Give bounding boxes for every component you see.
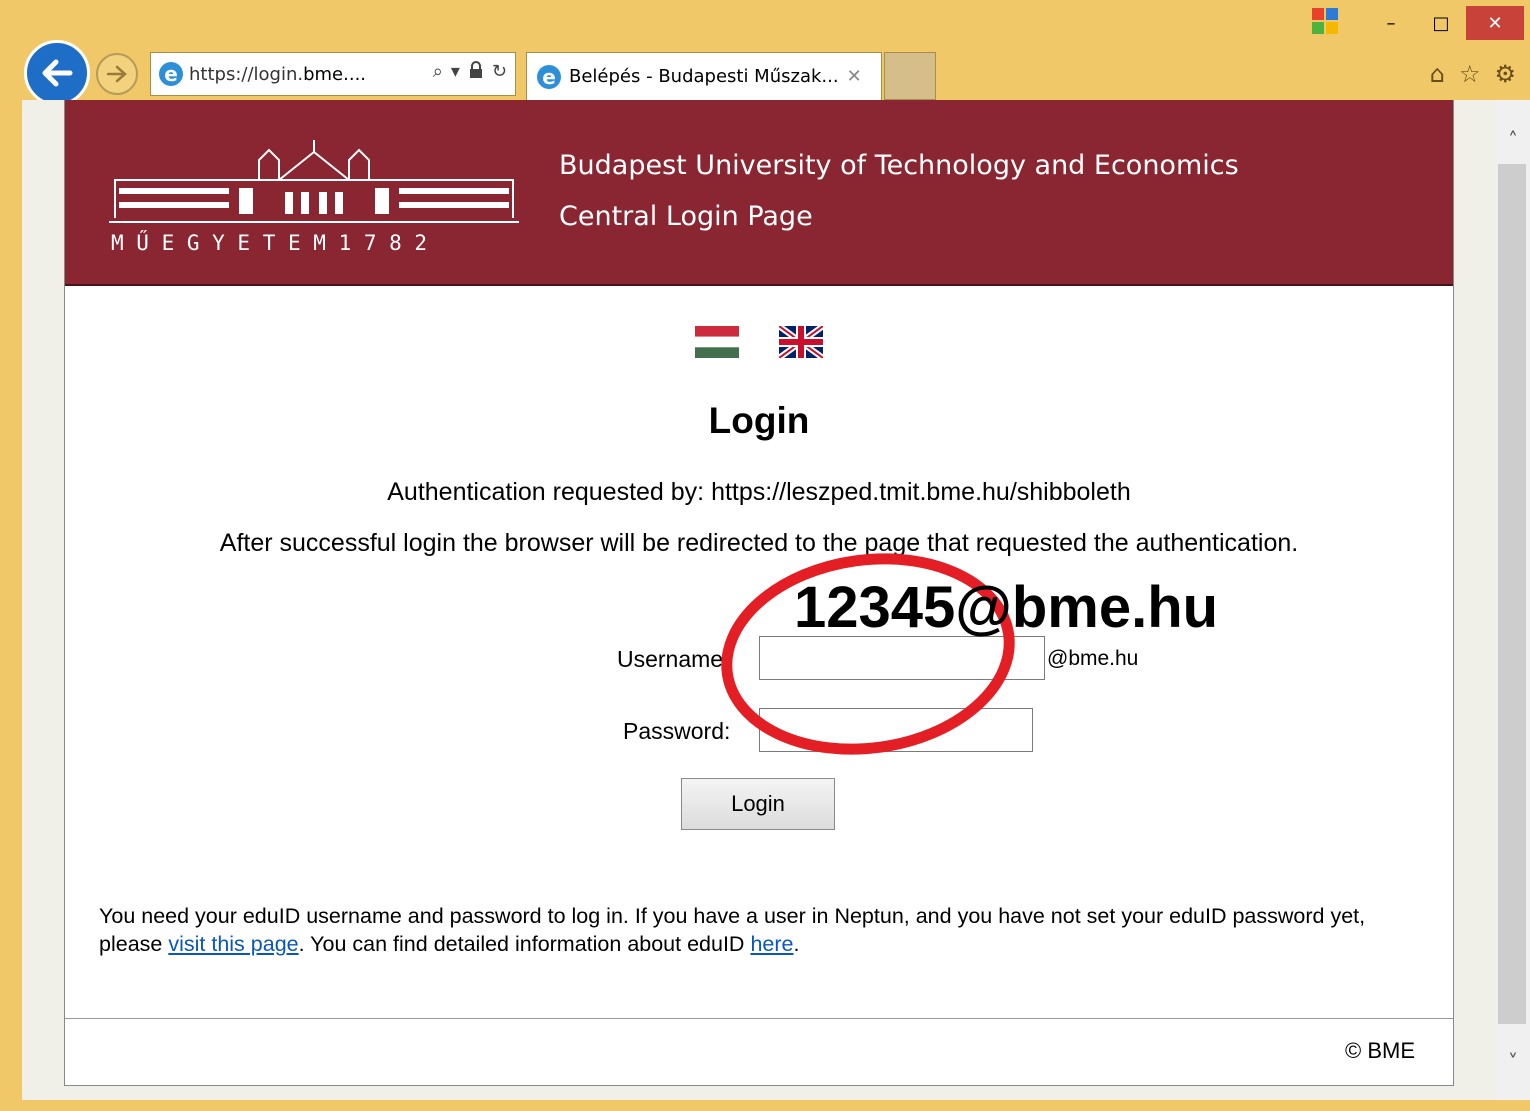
copyright: © BME — [1345, 1038, 1415, 1063]
close-tab-icon[interactable]: ✕ — [847, 66, 862, 87]
arrow-right-icon — [106, 65, 127, 83]
eduid-info: You need your eduID username and passwor… — [99, 902, 1419, 958]
page-subtitle: Central Login Page — [559, 201, 813, 232]
address-url: https://login.bme.... — [189, 63, 367, 85]
browser-title-bar: – □ ✕ e https://login.bme.... ⌕ ▾ ↻ e Be… — [0, 0, 1530, 106]
forward-button[interactable] — [96, 53, 138, 95]
refresh-icon[interactable]: ↻ — [492, 61, 507, 84]
footer-divider — [65, 1018, 1453, 1019]
auth-requested-text: Authentication requested by: https://les… — [387, 478, 1131, 506]
arrow-left-icon — [42, 59, 73, 87]
ie-icon: e — [537, 64, 561, 89]
lock-icon[interactable] — [468, 61, 484, 84]
close-window-button[interactable]: ✕ — [1466, 6, 1524, 40]
address-bar[interactable]: e https://login.bme.... ⌕ ▾ ↻ — [150, 52, 516, 96]
scrollbar-thumb[interactable] — [1498, 164, 1526, 1024]
maximize-button[interactable]: □ — [1416, 6, 1466, 40]
window-controls: – □ ✕ — [1366, 6, 1524, 40]
info-text: . — [793, 932, 800, 956]
page-header: M Ű E G Y E T E M 1 7 8 2 Budapest Unive… — [65, 100, 1453, 286]
login-heading: Login — [708, 400, 810, 441]
visit-this-page-link[interactable]: visit this page — [168, 932, 298, 956]
new-tab-button[interactable] — [884, 52, 936, 100]
gear-icon[interactable]: ⚙ — [1494, 60, 1516, 88]
eduid-info-link[interactable]: here — [750, 932, 793, 956]
logo-text: M Ű E G Y E T E M 1 7 8 2 — [111, 230, 427, 255]
chevron-down-icon[interactable]: ▾ — [451, 61, 460, 84]
scroll-up-arrow-icon[interactable]: ˄ — [1496, 120, 1530, 160]
login-button[interactable]: Login — [681, 778, 835, 830]
star-icon[interactable]: ☆ — [1459, 60, 1481, 88]
hungarian-flag-icon[interactable] — [695, 326, 739, 358]
info-text: . You can find detailed information abou… — [298, 932, 751, 956]
language-selector — [695, 326, 823, 358]
ie-icon: e — [159, 62, 183, 86]
search-icon[interactable]: ⌕ — [433, 61, 443, 84]
scroll-down-arrow-icon[interactable]: ˅ — [1496, 1042, 1530, 1082]
tab-title: Belépés - Budapesti Műszak... — [569, 66, 839, 87]
username-domain-suffix: @bme.hu — [1047, 647, 1139, 670]
minimize-button[interactable]: – — [1366, 6, 1416, 40]
vertical-scrollbar[interactable]: ˄ ˅ — [1496, 100, 1530, 1100]
browser-tab[interactable]: e Belépés - Budapesti Műszak... ✕ — [526, 52, 882, 100]
annotation-email-text: 12345@bme.hu — [794, 575, 1219, 640]
university-logo: M Ű E G Y E T E M 1 7 8 2 — [109, 140, 519, 255]
back-button[interactable] — [24, 40, 90, 106]
app-icon — [1312, 8, 1338, 34]
browser-tools: ⌂ ☆ ⚙ — [1430, 60, 1516, 88]
university-name: Budapest University of Technology and Ec… — [559, 150, 1239, 181]
uk-flag-icon[interactable] — [779, 326, 823, 358]
home-icon[interactable]: ⌂ — [1430, 60, 1445, 88]
